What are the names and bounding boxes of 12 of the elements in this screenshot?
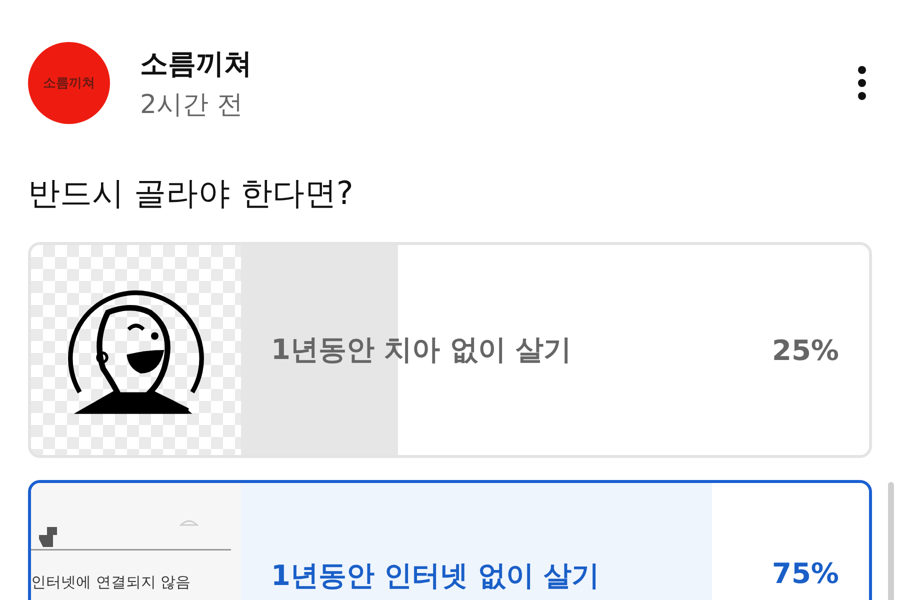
poll-option[interactable]: 인터넷에 연결되지 않음 1년동안 인터넷 없이 살기 75% — [28, 480, 872, 600]
more-options-icon[interactable] — [857, 66, 867, 100]
offline-message: 인터넷에 연결되지 않음 — [31, 573, 191, 592]
poll-option[interactable]: 1년동안 치아 없이 살기 25% — [28, 242, 872, 458]
option-label: 1년동안 치아 없이 살기 — [271, 332, 572, 368]
option-label: 1년동안 인터넷 없이 살기 — [271, 558, 600, 594]
post-time: 2시간 전 — [140, 88, 244, 122]
poll-question: 반드시 골라야 한다면? — [28, 173, 354, 214]
author-name[interactable]: 소름끼쳐 — [140, 44, 252, 82]
option-percent: 25% — [772, 334, 839, 366]
scrollbar[interactable] — [888, 482, 894, 600]
option-percent: 75% — [772, 557, 839, 590]
